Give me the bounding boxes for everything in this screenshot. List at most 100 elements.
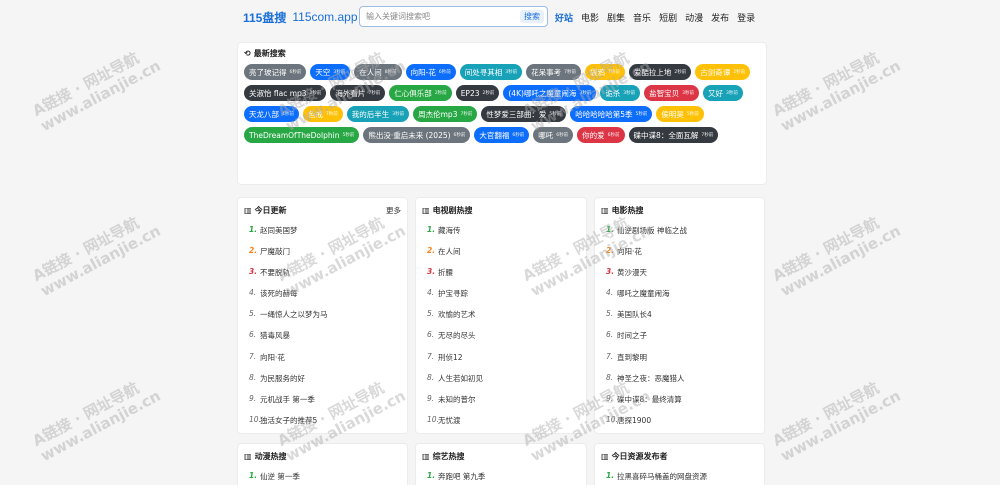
rank-number: 10. xyxy=(249,414,261,424)
list-item-title: 尸魔敲门 xyxy=(260,247,290,257)
site-domain[interactable]: 115com.app xyxy=(292,10,357,24)
search-tag-label: 间处寻其相 xyxy=(464,67,503,77)
search-tag[interactable]: 仁心俱乐部 2秒前 xyxy=(389,85,452,101)
list-item[interactable]: 7. 刑侦12 xyxy=(422,352,580,373)
nav-item-haozhan[interactable]: 好站 xyxy=(555,11,573,24)
search-tag[interactable]: 亮了玻记得 6秒前 xyxy=(244,64,307,80)
search-tag[interactable]: 天空 3秒前 xyxy=(310,64,351,80)
search-tag[interactable]: 哪吒 6秒前 xyxy=(533,127,574,143)
list-item[interactable]: 2. 尸魔敲门 xyxy=(244,246,401,267)
list-item[interactable]: 4. 哪吒之魔童闹海 xyxy=(601,288,758,309)
list-item[interactable]: 4. 该死的赫每 xyxy=(244,288,401,309)
search-tag[interactable]: 你的爱 6秒前 xyxy=(577,127,625,143)
hot-list-title: ▥ 电影热搜 xyxy=(601,205,644,216)
search-tag[interactable]: (4K)哪吒之魔童闹海 3秒前 xyxy=(503,85,597,101)
bar-chart-icon: ▥ xyxy=(601,451,609,461)
search-tag[interactable]: 爱酷拉上地 2秒前 xyxy=(628,64,692,80)
search-tag[interactable]: 向阳-花 6秒前 xyxy=(405,64,456,80)
search-input[interactable] xyxy=(360,12,510,21)
list-item[interactable]: 7. 直到黎明 xyxy=(601,352,758,373)
list-item[interactable]: 10. 唐探1900 xyxy=(601,415,758,436)
list-item[interactable]: 7. 向阳·花 xyxy=(244,352,401,373)
search-tag[interactable]: 周杰伦mp3 7秒前 xyxy=(413,106,478,122)
search-tag[interactable]: 又好 3秒前 xyxy=(703,85,743,101)
search-tag-time: 6秒前 xyxy=(289,70,302,75)
nav-item-publish[interactable]: 发布 xyxy=(711,11,729,24)
search-tag[interactable]: 诡杀 3秒前 xyxy=(600,85,641,101)
list-item[interactable]: 6. 时间之子 xyxy=(601,330,758,351)
search-tag[interactable]: 盐智宝贝 3秒前 xyxy=(644,85,700,101)
watermark-text: A链接 · 网址导航 xyxy=(769,378,882,451)
nav-item-series[interactable]: 剧集 xyxy=(607,11,625,24)
list-item[interactable]: 10. 独活女子的推荐5 xyxy=(244,415,401,436)
search-tag[interactable]: 碟中谍8：全面瓦解 7秒前 xyxy=(628,127,719,143)
watermark-text: A链接 · 网址导航 xyxy=(29,48,142,121)
list-item-title: 刑侦12 xyxy=(438,352,463,362)
nav-item-login[interactable]: 登录 xyxy=(737,11,755,24)
list-item[interactable]: 6. 无尽的尽头 xyxy=(422,330,580,351)
nav-item-anime[interactable]: 动漫 xyxy=(685,11,703,24)
list-item[interactable]: 8. 人生若如初见 xyxy=(422,373,580,394)
list-item[interactable]: 9. 未知的普尔 xyxy=(422,394,580,415)
list-item-title: 唐探1900 xyxy=(617,415,652,425)
search-tag[interactable]: 袋鸦 7秒前 xyxy=(584,64,625,80)
list-item[interactable]: 1. 仙逆 第一季 xyxy=(244,471,401,485)
list-item[interactable]: 3. 黄沙漫天 xyxy=(601,267,758,288)
search-tag[interactable]: 花呆事考 7秒前 xyxy=(526,64,581,80)
search-tag[interactable]: EP23 2秒前 xyxy=(455,85,500,101)
list-item[interactable]: 3. 折腰 xyxy=(422,267,580,288)
hot-list-title-text: 今日资源发布者 xyxy=(611,451,668,461)
search-tag[interactable]: 侯明昊 5秒前 xyxy=(656,106,704,122)
list-item[interactable]: 9. 碟中谍8：最终清算 xyxy=(601,394,758,415)
rank-number: 4. xyxy=(606,288,614,298)
nav-item-shorts[interactable]: 短剧 xyxy=(659,11,677,24)
watermark: A链接 · 网址导航 www.alianjie.cn xyxy=(30,42,164,135)
bar-chart-icon: ▥ xyxy=(601,205,609,215)
list-item[interactable]: 1. 赵同美国梦 xyxy=(244,225,401,246)
search-tag-label: 熊出没·重启未来 (2025) xyxy=(368,130,451,140)
list-item[interactable]: 3. 不要脱轨 xyxy=(244,267,401,288)
more-link[interactable]: 更多 xyxy=(386,205,401,216)
search-tag[interactable]: 天龙八部 4秒前 xyxy=(244,106,299,122)
search-tag[interactable]: 在人间 8秒前 xyxy=(354,64,402,80)
search-tag[interactable]: TheDreamOfTheDolphin 5秒前 xyxy=(244,127,360,143)
search-tag[interactable]: 古剑奇谭 2秒前 xyxy=(695,64,751,80)
search-tag[interactable]: 性梦爱三部曲：爱 5秒前 xyxy=(481,106,567,122)
list-item-title: 护宝寻踪 xyxy=(438,289,468,299)
search-tag[interactable]: 我的后半生 3秒前 xyxy=(346,106,410,122)
site-logo[interactable]: 115盘搜 xyxy=(243,9,286,26)
list-item[interactable]: 1. 藏海传 xyxy=(422,225,580,246)
search-tag[interactable]: 海外看片 7秒前 xyxy=(330,85,386,101)
list-item[interactable]: 9. 元机战手 第一季 xyxy=(244,394,401,415)
list-item[interactable]: 8. 神圣之夜：恶魔猎人 xyxy=(601,373,758,394)
list-item[interactable]: 5. 欢愉的艺术 xyxy=(422,309,580,330)
list-item[interactable]: 8. 为民服务的好 xyxy=(244,373,401,394)
watermark-url: www.alianjie.cn xyxy=(777,386,904,466)
list-item[interactable]: 2. 向阳·花 xyxy=(601,246,758,267)
search-tag[interactable]: 色戒 7秒前 xyxy=(302,106,343,122)
list-item[interactable]: 5. 美国队长4 xyxy=(601,309,758,330)
page-container: 115盘搜 115com.app 搜索 好站 电影 剧集 音乐 短剧 动漫 发布… xyxy=(237,0,767,185)
list-item[interactable]: 4. 护宝寻踪 xyxy=(422,288,580,309)
list-item-title: 无尽的尽头 xyxy=(438,331,476,341)
search-tag-label: EP23 xyxy=(460,88,480,98)
search-tag[interactable]: 哈哈哈哈哈第5季 5秒前 xyxy=(570,106,653,122)
nav-item-movies[interactable]: 电影 xyxy=(581,11,599,24)
search-tag-time: 6秒前 xyxy=(438,70,451,75)
list-item[interactable]: 1. 奔跑吧 第九季 xyxy=(422,471,580,485)
search-tag[interactable]: 大官翻福 6秒前 xyxy=(474,127,530,143)
search-tag[interactable]: 关淑怡 flac mp3 2秒前 xyxy=(244,85,327,101)
search-tag-time: 5秒前 xyxy=(549,112,562,117)
list-item[interactable]: 10. 无忧渡 xyxy=(422,415,580,436)
search-tag[interactable]: 间处寻其相 3秒前 xyxy=(459,64,523,80)
list-item[interactable]: 2. 在人间 xyxy=(422,246,580,267)
list-item[interactable]: 5. 一绳惊人之以梦为马 xyxy=(244,309,401,330)
list-item[interactable]: 6. 猎毒风暴 xyxy=(244,330,401,351)
nav-item-music[interactable]: 音乐 xyxy=(633,11,651,24)
search-button[interactable]: 搜索 xyxy=(520,10,544,23)
latest-search-tags: 亮了玻记得 6秒前 天空 3秒前 在人间 8秒前 向阳-花 6秒前 间处寻其相 3秒前 花呆事考 7秒… xyxy=(244,64,760,148)
search-tag-time: 3秒前 xyxy=(726,91,738,96)
search-tag[interactable]: 熊出没·重启未来 (2025) 6秒前 xyxy=(363,127,471,143)
list-item[interactable]: 1. 仙逆剧场版 神临之战 xyxy=(601,225,758,246)
list-item[interactable]: 1. 拉黑喜碎马桶盖的网盘资源 xyxy=(601,471,758,485)
